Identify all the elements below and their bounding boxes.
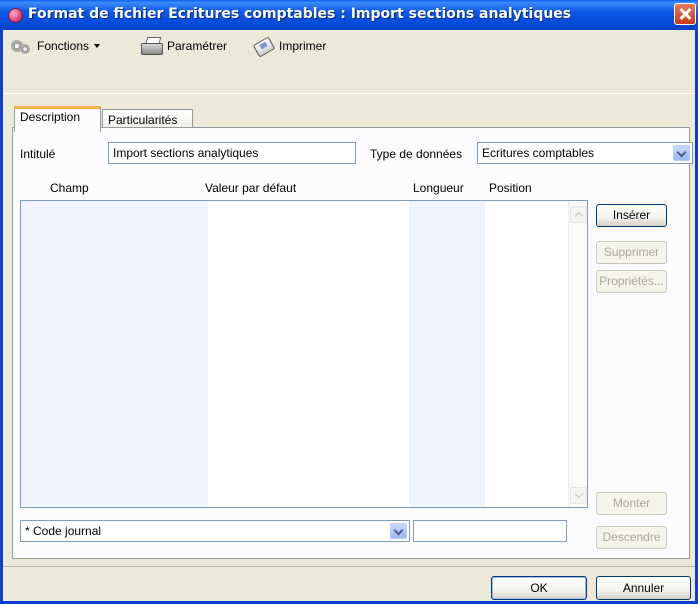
app-icon: [8, 8, 23, 23]
window-title: Format de fichier Ecritures comptables :…: [28, 6, 572, 22]
printer-settings-icon: [139, 37, 163, 55]
grid-column-position: [485, 201, 569, 507]
cancel-button[interactable]: Annuler: [596, 576, 691, 600]
data-type-select[interactable]: Ecritures comptables: [477, 142, 693, 164]
scroll-down-icon[interactable]: [570, 487, 587, 504]
close-button[interactable]: [674, 3, 696, 25]
column-header-default-value[interactable]: Valeur par défaut: [205, 181, 296, 195]
data-type-label: Type de données: [370, 147, 463, 161]
toolbar: Fonctions Paramétrer Imprimer: [3, 30, 695, 63]
data-type-value: Ecritures comptables: [482, 146, 595, 160]
fields-grid[interactable]: [20, 200, 588, 508]
field-select[interactable]: * Code journal: [20, 520, 410, 542]
grid-column-default-value: [208, 201, 409, 507]
dropdown-arrow-icon: [94, 44, 101, 48]
column-header-length[interactable]: Longueur: [413, 181, 464, 195]
gears-icon: [11, 38, 33, 54]
print-icon: [252, 36, 276, 58]
insert-button[interactable]: Insérer: [596, 204, 667, 227]
grid-column-field: [21, 201, 208, 507]
title-input[interactable]: Import sections analytiques: [108, 142, 356, 164]
toolbar-separator: [3, 93, 695, 94]
move-down-button[interactable]: Descendre: [596, 526, 667, 549]
grid-vertical-scrollbar[interactable]: [568, 201, 587, 507]
grid-column-length: [409, 201, 485, 507]
chevron-down-icon[interactable]: [390, 523, 407, 539]
properties-button[interactable]: Propriétés...: [596, 270, 667, 293]
title-bar[interactable]: Format de fichier Ecritures comptables :…: [0, 0, 698, 30]
print-button[interactable]: Imprimer: [252, 36, 327, 58]
title-label: Intitulé: [20, 147, 56, 161]
settings-button[interactable]: Paramétrer: [139, 36, 227, 56]
column-header-position[interactable]: Position: [489, 181, 532, 195]
ok-button[interactable]: OK: [491, 576, 587, 600]
print-label: Imprimer: [279, 39, 327, 53]
tab-description[interactable]: Description: [14, 106, 101, 132]
chevron-down-icon[interactable]: [673, 145, 690, 161]
delete-button[interactable]: Supprimer: [596, 241, 667, 264]
scroll-up-icon[interactable]: [570, 206, 587, 223]
settings-label: Paramétrer: [167, 39, 228, 53]
column-header-field[interactable]: Champ: [50, 181, 89, 195]
tab-particularites-label: Particularités: [108, 113, 178, 127]
functions-menu-button[interactable]: Fonctions: [11, 36, 101, 56]
tab-description-label: Description: [20, 110, 81, 124]
field-select-value: * Code journal: [25, 524, 102, 538]
move-up-button[interactable]: Monter: [596, 492, 667, 515]
default-value-input[interactable]: [413, 520, 567, 542]
functions-label: Fonctions: [37, 39, 90, 53]
footer-separator: [3, 566, 695, 567]
